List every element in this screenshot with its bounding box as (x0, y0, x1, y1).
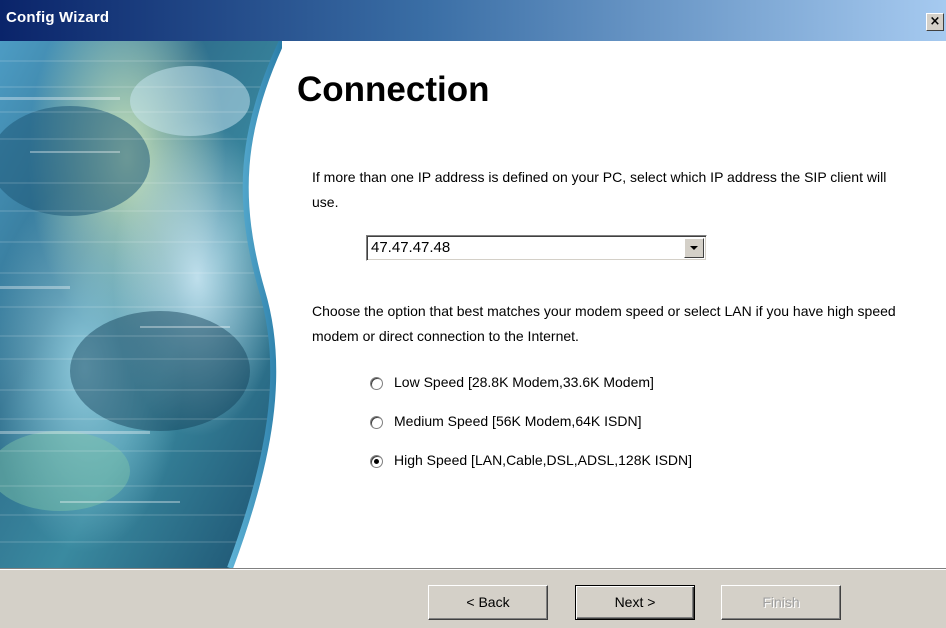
ip-address-select[interactable]: 47.47.47.48 (366, 235, 707, 261)
radio-unchecked-icon[interactable] (370, 416, 383, 429)
finish-button[interactable]: Finish (721, 585, 841, 620)
radio-label-high-speed[interactable]: High Speed [LAN,Cable,DSL,ADSL,128K ISDN… (394, 452, 692, 468)
ip-address-select-value: 47.47.47.48 (371, 239, 451, 256)
radio-checked-icon[interactable] (370, 455, 383, 468)
radio-label-low-speed[interactable]: Low Speed [28.8K Modem,33.6K Modem] (394, 374, 654, 390)
page-title: Connection (297, 70, 490, 109)
radio-label-medium-speed[interactable]: Medium Speed [56K Modem,64K ISDN] (394, 413, 641, 429)
button-bar: < Back Next > Finish (0, 568, 946, 628)
next-button[interactable]: Next > (575, 585, 695, 620)
dropdown-arrow-icon[interactable] (684, 238, 704, 258)
window-title: Config Wizard (6, 9, 110, 26)
title-bar[interactable]: Config Wizard × (0, 0, 946, 41)
speed-instruction-text: Choose the option that best matches your… (312, 303, 896, 344)
close-button[interactable]: × (926, 13, 944, 31)
back-button[interactable]: < Back (428, 585, 548, 620)
radio-unchecked-icon[interactable] (370, 377, 383, 390)
ip-instruction-text: If more than one IP address is defined o… (312, 169, 887, 210)
wizard-banner-image (0, 41, 282, 568)
config-wizard-window: Config Wizard × Connection If more than … (0, 0, 946, 628)
